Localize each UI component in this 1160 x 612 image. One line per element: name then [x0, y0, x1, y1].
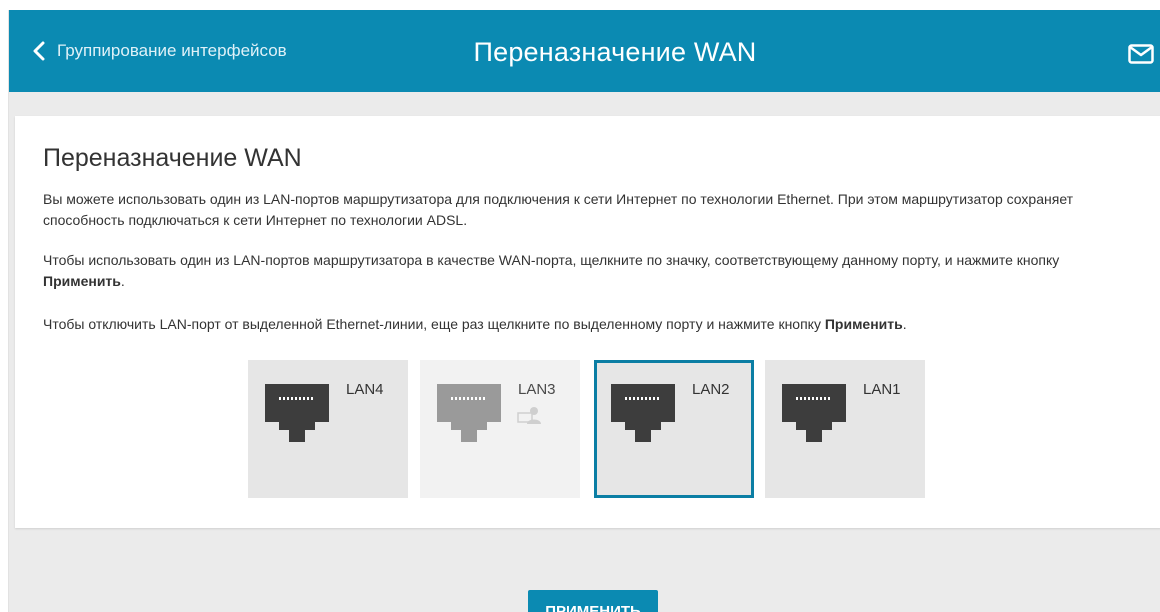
ethernet-port-icon	[265, 384, 329, 442]
instruction-end: .	[120, 273, 125, 289]
port-label: LAN1	[863, 381, 901, 398]
port-lan4[interactable]: LAN4	[248, 360, 408, 498]
disconnect-apply-word: Применить	[824, 316, 903, 332]
content-card: Переназначение WAN Вы можете использоват…	[15, 116, 1160, 528]
mail-icon[interactable]	[1128, 44, 1154, 64]
description-paragraph: Вы можете использовать один из LAN-порто…	[43, 191, 1074, 228]
instruction-apply-word: Применить	[43, 273, 121, 289]
port-label: LAN3	[518, 381, 556, 398]
page-title: Переназначение WAN	[473, 37, 757, 67]
disconnect-text: Чтобы отключить LAN-порт от выделенной E…	[43, 316, 825, 332]
ethernet-port-icon	[611, 384, 675, 442]
port-lan2[interactable]: LAN2	[594, 360, 754, 498]
ethernet-port-icon	[437, 384, 501, 442]
port-lan1[interactable]: LAN1	[765, 360, 925, 498]
instruction-paragraph: Чтобы использовать один из LAN-портов ма…	[43, 250, 1138, 292]
apply-button[interactable]: ПРИМЕНИТЬ	[528, 590, 658, 612]
user-device-icon	[517, 407, 541, 424]
port-lan3[interactable]: LAN3	[420, 360, 580, 498]
disconnect-paragraph: Чтобы отключить LAN-порт от выделенной E…	[43, 314, 1138, 335]
top-header: Группирование интерфейсов Переназначение…	[9, 10, 1160, 92]
port-label: LAN2	[692, 381, 730, 398]
port-label: LAN4	[346, 381, 384, 398]
app-frame: Группирование интерфейсов Переназначение…	[8, 10, 1160, 612]
section-title: Переназначение WAN	[43, 144, 302, 172]
disconnect-end: .	[902, 316, 907, 332]
ethernet-port-icon	[782, 384, 846, 442]
instruction-text: Чтобы использовать один из LAN-портов ма…	[43, 252, 1060, 268]
